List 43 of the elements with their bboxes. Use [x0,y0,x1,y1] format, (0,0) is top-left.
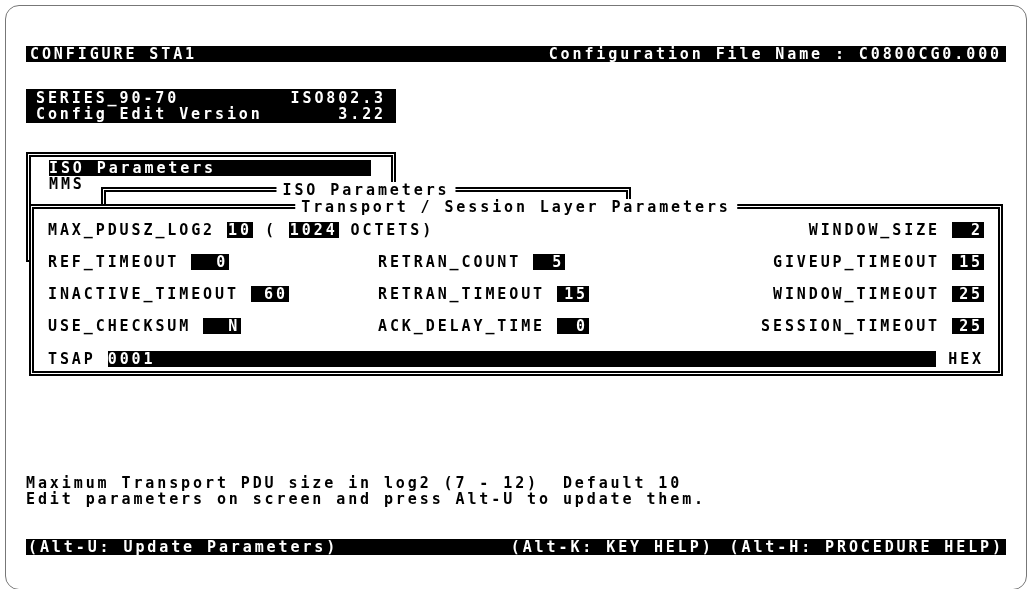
value-field[interactable]: N [203,318,242,334]
version-label: Config Edit Version [36,106,263,122]
value-field[interactable]: 15 [557,286,590,302]
field-label: WINDOW_SIZE [808,222,940,238]
unit-label: HEX [948,351,984,367]
screen-title: CONFIGURE STA1 [29,46,199,62]
tsap-field[interactable]: 0001 [107,351,937,367]
field-label: WINDOW_TIMEOUT [772,286,940,302]
value-field[interactable]: 25 [952,318,984,334]
value-field[interactable]: 0 [557,318,590,334]
value-field[interactable]: 5 [533,254,566,270]
field-label: TSAP [48,351,96,367]
help-message: Maximum Transport PDU size in log2 (7 - 12) Default 10 [26,475,683,491]
value-field[interactable]: 60 [250,286,289,302]
menu-item[interactable]: MMS [49,176,85,192]
field-label: INACTIVE_TIMEOUT [48,286,239,302]
version-value: ISO802.3 [290,90,386,106]
paren-text: ( [264,222,277,238]
field-label: RETRAN_TIMEOUT [378,286,546,302]
value-field[interactable]: 0 [191,254,230,270]
menu-item[interactable]: ISO Parameters [49,160,371,176]
unit-label: OCTETS) [350,222,435,238]
octet-size-value: 1024 [288,222,339,238]
version-label: SERIES_90-70 [36,90,180,106]
field-label: MAX_PDUSZ_LOG2 [48,222,216,238]
value-field[interactable]: 25 [952,286,984,302]
field-label: ACK_DELAY_TIME [378,318,546,334]
value-field[interactable]: 10 [227,222,253,238]
version-value: 3.22 [338,106,386,122]
window-title: Transport / Session Layer Parameters [295,199,737,215]
value-field[interactable]: 15 [952,254,984,270]
key-hint: (Alt-K: KEY HELP) [509,539,715,555]
field-label: USE_CHECKSUM [48,318,192,334]
field-label: RETRAN_COUNT [378,254,522,270]
window-title: ISO Parameters [276,182,456,198]
config-file-name: Configuration File Name : C0800CG0.000 [547,46,1003,62]
field-label: GIVEUP_TIMEOUT [772,254,940,270]
key-hint: (Alt-U: Update Parameters) [27,539,340,555]
value-field[interactable]: 2 [952,222,984,238]
key-hint: (Alt-H: PROCEDURE HELP) [728,539,1005,555]
help-message: Edit parameters on screen and press Alt-U to update them. [26,491,708,507]
field-label: SESSION_TIMEOUT [761,318,940,334]
field-label: REF_TIMEOUT [48,254,180,270]
